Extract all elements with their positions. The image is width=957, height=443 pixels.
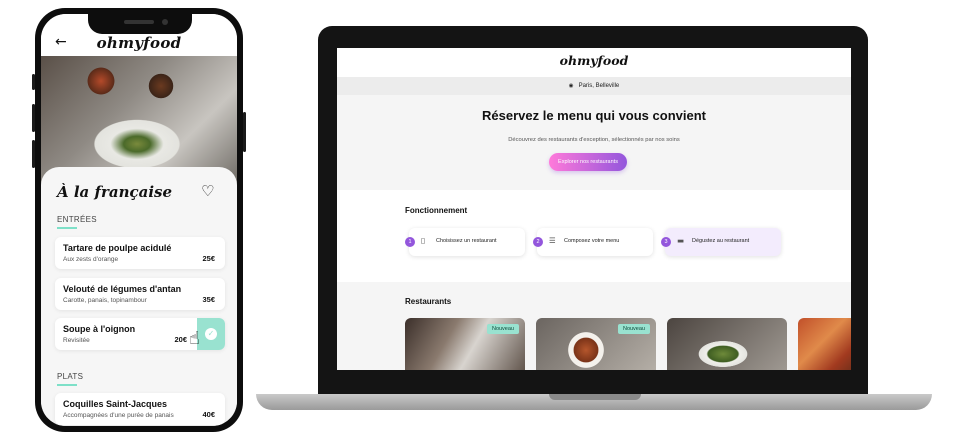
dish-description: Revisitée [63, 337, 90, 344]
phone-mockup: ← ohmyfood À la française ♡ ENTRÉES Tart… [32, 8, 246, 432]
step-label: Dégustez au restaurant [692, 238, 750, 244]
section-underline [57, 384, 77, 386]
new-badge: Nouveau [486, 324, 519, 334]
laptop-opening-notch [549, 394, 641, 400]
list-icon: ☰ [549, 236, 556, 245]
check-icon: ✓ [205, 328, 217, 340]
dish-description: Accompagnées d'une purée de panais [63, 412, 174, 419]
heart-icon[interactable]: ♡ [201, 182, 214, 200]
site-header: ohmyfood [337, 48, 851, 77]
restaurant-card[interactable] [667, 318, 787, 370]
dish-name: Coquilles Saint-Jacques [63, 399, 168, 409]
restaurants-title: Restaurants [405, 297, 452, 306]
step-number: 1 [405, 237, 415, 247]
step-card-1[interactable]: 1 ▯ Choisissez un restaurant [405, 228, 525, 256]
site-logo[interactable]: ohmyfood [337, 53, 851, 68]
section-label-plats: PLATS [57, 372, 84, 381]
dish-price: 35€ [202, 295, 215, 304]
dish-name: Soupe à l'oignon [63, 324, 136, 334]
how-title: Fonctionnement [405, 206, 468, 215]
hand-pointer-icon: ☝ [189, 328, 200, 349]
restaurant-title: À la française [57, 183, 173, 201]
location-text: Paris, Belleville [578, 83, 620, 89]
phone-logo[interactable]: ohmyfood [41, 34, 237, 52]
dish-price: 40€ [202, 410, 215, 419]
dish-name: Velouté de légumes d'antan [63, 284, 182, 294]
speaker-grille [124, 20, 154, 24]
phone-icon: ▯ [421, 236, 426, 245]
hero-title: Réservez le menu qui vous convient [482, 108, 706, 123]
dish-item[interactable]: Tartare de poulpe acidulé Aux zests d'or… [55, 237, 225, 269]
explore-restaurants-button[interactable]: Explorer nos restaurants [549, 153, 627, 171]
laptop-screen: ohmyfood ◉ Paris, Belleville Réservez le… [337, 48, 851, 370]
hero-section: Réservez le menu qui vous convient Décou… [337, 95, 851, 190]
phone-screen: ← ohmyfood À la française ♡ ENTRÉES Tart… [41, 14, 237, 426]
dish-price: 20€ [174, 335, 187, 344]
step-card-3[interactable]: 3 ▬ Dégustez au restaurant [661, 228, 781, 256]
step-label: Composez votre menu [564, 238, 620, 244]
step-card-2[interactable]: 2 ☰ Composez votre menu [533, 228, 653, 256]
phone-mute-switch [32, 74, 35, 90]
restaurant-card[interactable]: Nouveau [405, 318, 525, 370]
menu-card: À la française ♡ ENTRÉES Tartare de poul… [41, 167, 237, 426]
phone-power-button [243, 112, 246, 152]
section-underline [57, 227, 77, 229]
step-number: 3 [661, 237, 671, 247]
restaurants-section: Restaurants Nouveau Nouveau [337, 282, 851, 370]
dish-item[interactable]: Coquilles Saint-Jacques Accompagnées d'u… [55, 393, 225, 425]
phone-volume-down [32, 140, 35, 168]
restaurant-card[interactable]: Nouveau [536, 318, 656, 370]
dish-description: Carotte, panais, topinambour [63, 297, 147, 304]
calendar-icon: ▬ [677, 236, 685, 245]
location-bar[interactable]: ◉ Paris, Belleville [337, 77, 851, 95]
dish-price: 25€ [202, 254, 215, 263]
new-badge: Nouveau [617, 324, 650, 334]
dish-check-panel[interactable]: ✓ [197, 318, 225, 350]
phone-notch [88, 14, 192, 34]
dish-name: Tartare de poulpe acidulé [63, 243, 172, 253]
how-it-works-section: Fonctionnement 1 ▯ Choisissez un restaur… [337, 190, 851, 282]
front-camera [162, 19, 168, 25]
restaurant-card[interactable] [798, 318, 851, 370]
dish-item[interactable]: Velouté de légumes d'antan Carotte, pana… [55, 278, 225, 310]
location-pin-icon: ◉ [568, 83, 574, 89]
phone-volume-up [32, 104, 35, 132]
step-number: 2 [533, 237, 543, 247]
dish-description: Aux zests d'orange [63, 256, 119, 263]
hero-subtitle: Découvrez des restaurants d'exception, s… [508, 137, 680, 143]
step-label: Choisissez un restaurant [436, 238, 497, 244]
section-label-entrees: ENTRÉES [57, 215, 97, 224]
